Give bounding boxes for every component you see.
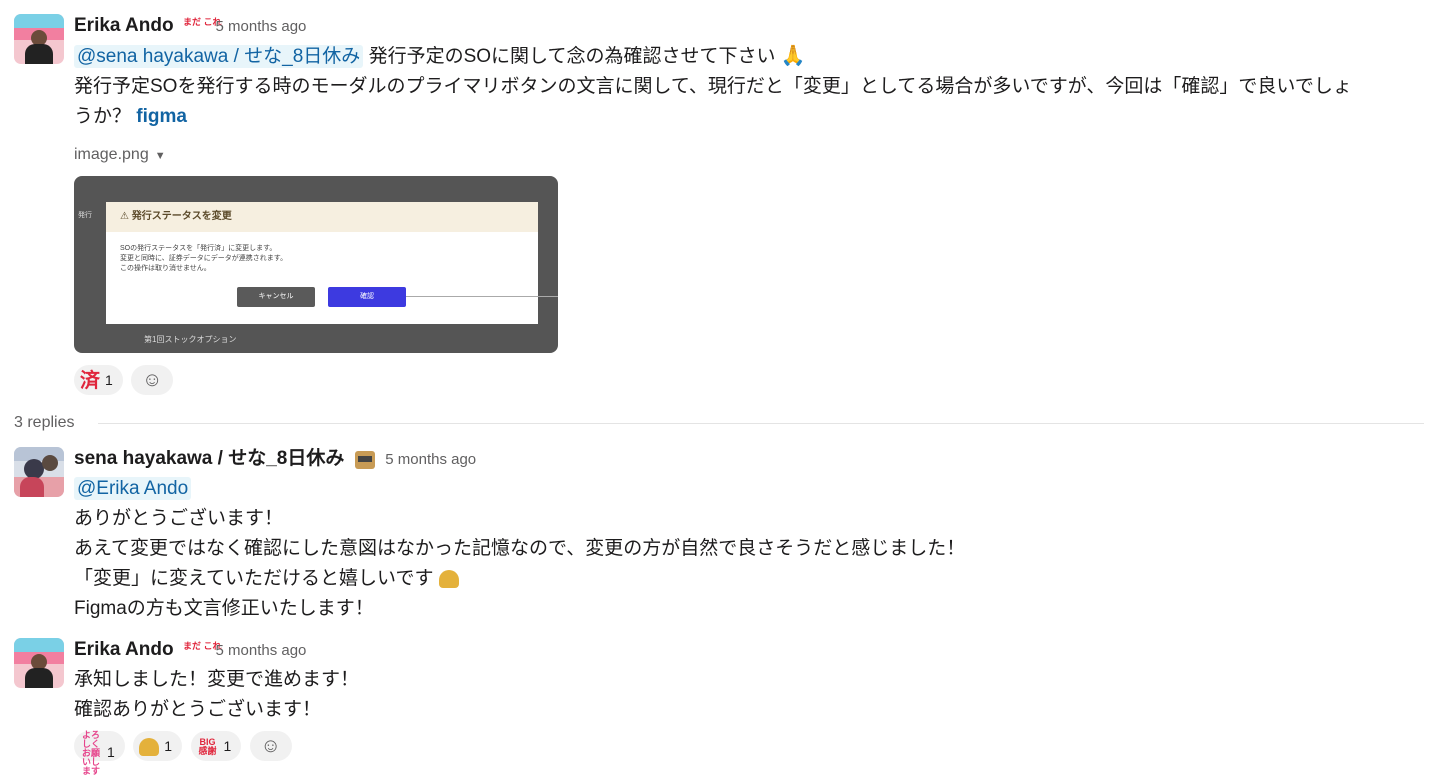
replies-divider: 3 replies xyxy=(14,411,1424,435)
message-text: 発行予定のSOに関して念の為確認させて下さい xyxy=(368,46,776,67)
message-text: 承知しました！変更で進めます！ xyxy=(74,669,360,690)
avatar[interactable] xyxy=(14,14,64,64)
file-name: image.png xyxy=(74,146,149,163)
yoroshiku-emoji-icon: よろしく お願いします xyxy=(81,730,100,776)
reaction-count: 1 xyxy=(105,372,113,388)
timestamp[interactable]: 5 months ago xyxy=(216,18,307,35)
message-sena: sena hayakawa / せな_8日休み 5 months ago @Er… xyxy=(14,447,1424,623)
sumi-emoji-icon: 済 xyxy=(80,370,100,393)
reactions-bar: 済1 ☺ xyxy=(74,365,1424,397)
timestamp[interactable]: 5 months ago xyxy=(216,642,307,659)
message-text: 発行予定SOを発行する時のモーダルのプライマリボタンの文言に関して、現行だと「変… xyxy=(74,76,1352,97)
preview-modal: ⚠ 発行ステータスを変更 SOの発行ステータスを「発行済」に変更します。 変更と… xyxy=(106,202,538,324)
avatar[interactable] xyxy=(14,447,64,497)
file-name-toggle[interactable]: image.png ▼ xyxy=(74,144,1424,166)
author-name[interactable]: Erika Ando xyxy=(74,15,174,36)
add-reaction-button[interactable]: ☺ xyxy=(249,731,292,761)
status-badge: まだ これ xyxy=(183,640,222,661)
image-preview[interactable]: 発行 ⚠ 発行ステータスを変更 SOの発行ステータスを「発行済」に変更します。 … xyxy=(74,176,558,353)
reaction-count: 1 xyxy=(164,738,173,754)
preview-bottom-label: 第1回ストックオプション xyxy=(144,335,237,344)
bow-emoji-icon xyxy=(139,738,160,757)
message-text: うか？ xyxy=(74,106,132,127)
add-reaction-icon: ☺ xyxy=(260,735,281,757)
preview-modal-body: SOの発行ステータスを「発行済」に変更します。 変更と同時に、証券データにデータ… xyxy=(120,245,288,272)
author-name[interactable]: Erika Ando xyxy=(74,639,174,660)
reaction-sumi[interactable]: 済1 xyxy=(74,365,123,395)
message-erika-2: Erika Ando まだ これ 5 months ago 承知しました！変更で… xyxy=(14,638,1424,776)
preview-confirm-button: 確認 xyxy=(328,287,406,307)
message-text: 確認ありがとうございます！ xyxy=(74,699,322,720)
preview-side-label: 発行 xyxy=(78,212,92,219)
replies-count: 3 replies xyxy=(14,411,89,435)
chevron-down-icon: ▼ xyxy=(154,150,166,162)
reaction-bow[interactable]: 1 xyxy=(133,731,183,761)
user-mention[interactable]: @sena hayakawa / せな_8日休み xyxy=(74,45,364,68)
message-text: あえて変更ではなく確認にした意図はなかった記憶なので、変更の方が自然で良さそうだ… xyxy=(74,538,966,559)
message-text: Figmaの方も文言修正いたします！ xyxy=(74,598,374,619)
reaction-count: 1 xyxy=(223,738,232,754)
preview-connector-line xyxy=(406,296,558,297)
message-erika-1: Erika Ando まだ これ 5 months ago @sena haya… xyxy=(14,14,1424,397)
big-kansha-emoji-icon: BIG 感謝 xyxy=(198,737,217,757)
preview-modal-title: ⚠ 発行ステータスを変更 xyxy=(106,202,538,232)
message-text: ありがとうございます！ xyxy=(74,508,284,529)
add-reaction-icon: ☺ xyxy=(142,369,163,391)
bow-emoji-icon xyxy=(438,569,459,588)
preview-cancel-button: キャンセル xyxy=(237,287,315,307)
reaction-count: 1 xyxy=(107,744,115,761)
avatar[interactable] xyxy=(14,638,64,688)
figma-link[interactable]: figma xyxy=(136,106,187,127)
reaction-big-kansha[interactable]: BIG 感謝 1 xyxy=(190,731,242,761)
message-text: 「変更」に変えていただけると嬉しいです xyxy=(74,568,434,589)
pray-emoji-icon: 🙏 xyxy=(780,45,806,67)
user-mention[interactable]: @Erika Ando xyxy=(74,477,192,500)
train-status-icon xyxy=(354,450,375,469)
divider-rule xyxy=(98,423,1424,424)
reactions-bar: よろしく お願いします 1 1 BIG 感謝 1 ☺ xyxy=(74,731,1424,776)
status-badge: まだ これ xyxy=(183,16,222,37)
timestamp[interactable]: 5 months ago xyxy=(385,451,476,468)
reaction-yoroshiku[interactable]: よろしく お願いします 1 xyxy=(74,731,125,776)
author-name[interactable]: sena hayakawa / せな_8日休み xyxy=(74,448,344,469)
add-reaction-button[interactable]: ☺ xyxy=(131,365,174,395)
